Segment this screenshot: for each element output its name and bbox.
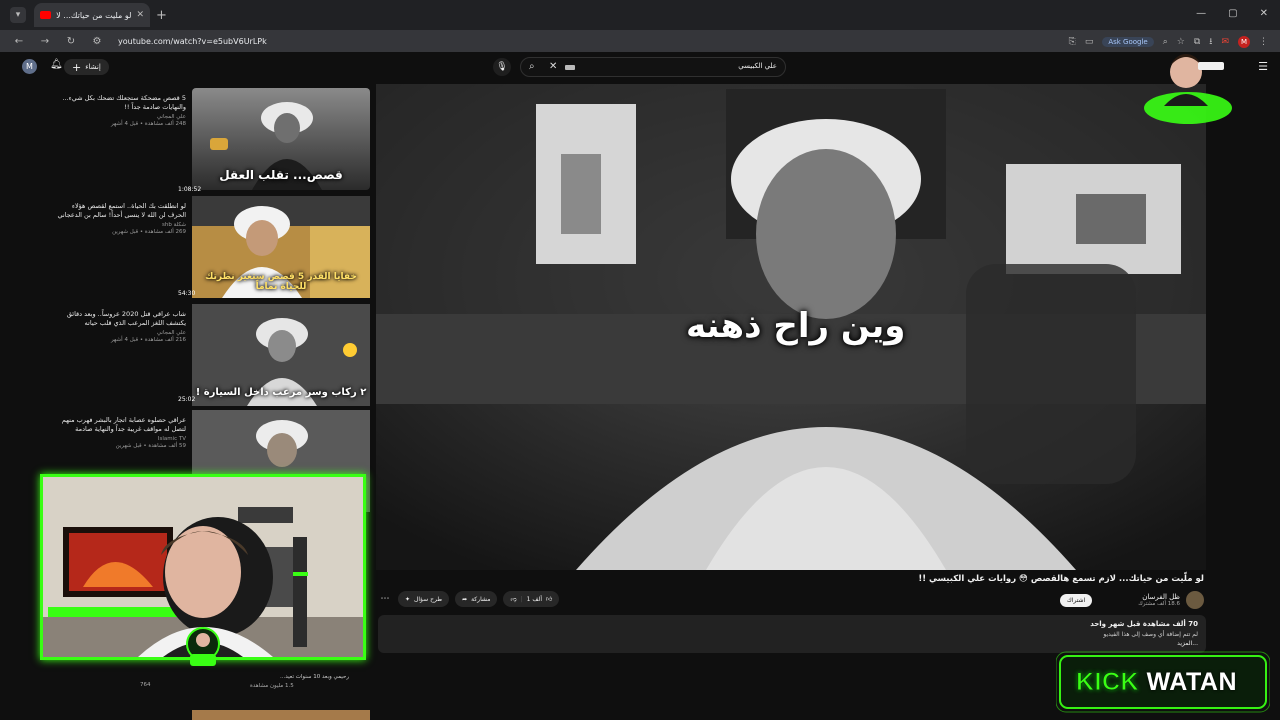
video-duration: 1:08:52 (178, 186, 202, 193)
sparkle-icon: ✦ (405, 595, 411, 603)
maximize-icon[interactable]: ▢ (1228, 8, 1237, 19)
view-count: 248 ألف مشاهدة • قبل 4 أشهر (110, 121, 186, 127)
keyboard-icon[interactable] (565, 65, 575, 70)
ask-button[interactable]: ✦ طرح سؤال (398, 591, 450, 607)
channel-row: ظل الفرسان 18.6 ألف مشترك اشتراك (1059, 590, 1204, 610)
reload-icon[interactable]: ↻ (64, 36, 78, 47)
close-tab-icon[interactable]: ✕ (136, 10, 144, 20)
site-info-icon[interactable]: ⚙ (90, 36, 104, 47)
share-label: مشاركة (471, 595, 491, 603)
tab-search-button[interactable]: ▾ (10, 7, 26, 23)
video-thumbnail[interactable] (192, 710, 370, 720)
window-controls: — ▢ ✕ (1196, 8, 1268, 19)
search-icon[interactable]: ⌕ (529, 61, 535, 72)
search-query-text: علي الكبيسي (738, 62, 777, 70)
forward-icon[interactable]: → (38, 36, 52, 47)
account-avatar[interactable]: M (22, 59, 37, 74)
subscribe-button[interactable]: اشتراك (1059, 593, 1093, 607)
video-player[interactable]: وين راح ذهنه (376, 84, 1206, 570)
hamburger-menu-icon[interactable]: ☰ (1258, 60, 1268, 73)
notifications-bell-icon[interactable]: 🔔︎ (50, 59, 63, 70)
list-item[interactable]: 54:30 ٢ ركاب وسر مرعب داخل السيارة ! شاب… (56, 290, 370, 408)
list-item[interactable]: قصص... تقلب العقل 5 قصص مضحكة ستجعلك تضح… (56, 88, 370, 192)
subscriber-count: 18.6 ألف مشترك (1138, 601, 1180, 607)
channel-word: WATAN (1146, 668, 1238, 696)
thumbnail-caption: قصص... تقلب العقل (219, 168, 343, 182)
more-options-icon[interactable]: ⋯ (378, 594, 392, 604)
youtube-header: M 🔔︎ + إنشاء 🎙︎ ⌕ ✕ علي الكبيسي ☰ (0, 52, 1280, 82)
cast-icon[interactable]: ▭ (1085, 37, 1094, 47)
tab-title: لو ملّيت من حياتك... لازم تسم... (56, 10, 132, 20)
video-thumbnail[interactable]: قصص... تقلب العقل (192, 88, 370, 190)
list-item[interactable]: 1:08:52 خفايا القدر 5 قصص ستغير نظرتك لل… (56, 186, 370, 300)
channel-name[interactable]: ظل الفرسان (1138, 593, 1180, 601)
dislike-icon[interactable]: 👎︎ (510, 595, 516, 603)
new-tab-button[interactable]: + (156, 8, 167, 23)
video-thumbnail[interactable]: 54:30 ٢ ركاب وسر مرعب داخل السيارة ! (178, 290, 370, 406)
streamer-channel-logo (1144, 54, 1232, 124)
view-count: 764 (140, 682, 151, 688)
search-input[interactable]: ⌕ ✕ علي الكبيسي (520, 57, 786, 77)
views-and-date: 70 ألف مشاهدة قبل شهر واحد (1090, 620, 1198, 628)
view-count: 59 ألف مشاهدة • قبل شهرين (115, 443, 186, 449)
channel-name[interactable]: Islamic TV (56, 436, 186, 442)
clear-search-icon[interactable]: ✕ (549, 61, 557, 72)
under-cam-strip: 764 رحيمي وبعد 10 سنوات تعيد... 1.5 مليو… (40, 662, 370, 720)
view-count: 1.5 مليون مشاهدة (250, 683, 294, 689)
video-subtitle: وين راح ذهنه (686, 306, 906, 346)
video-duration: 54:30 (178, 290, 196, 297)
translate-icon[interactable]: ⎘ (1069, 37, 1076, 47)
profile-avatar[interactable]: M (1238, 36, 1250, 48)
kick-word: KICK (1075, 668, 1140, 697)
voice-search-icon[interactable]: 🎙︎ (493, 58, 511, 76)
video-title-heading: لو ملّيت من حياتك... لازم تسمع هالقصص 😳 … (918, 574, 1204, 584)
channel-name[interactable]: علي المجاني (56, 114, 186, 120)
thumbnail-caption: ٢ ركاب وسر مرعب داخل السيارة ! (195, 387, 367, 398)
channel-name[interactable]: علي المجاني (56, 330, 186, 336)
view-count: 216 ألف مشاهدة • قبل 4 أشهر (110, 337, 186, 343)
video-title[interactable]: عراقي حصلوه عصابة اتجار بالبشر فهرب منهم… (56, 416, 186, 434)
youtube-favicon-icon (40, 11, 51, 19)
close-window-icon[interactable]: ✕ (1260, 8, 1268, 19)
show-more-link[interactable]: ...المزيد (1177, 640, 1198, 647)
share-button[interactable]: ➦ مشاركة (455, 591, 498, 607)
url-text[interactable]: youtube.com/watch?v=e5ubV6UrLPk (118, 37, 267, 46)
minimize-icon[interactable]: — (1196, 8, 1206, 19)
browser-menu-icon[interactable]: ⋮ (1259, 37, 1268, 47)
like-dislike-group: 👎︎ | 1 ألف 👍︎ (503, 591, 560, 607)
video-thumbnail[interactable]: 1:08:52 خفايا القدر 5 قصص ستغير نظرتك لل… (178, 186, 370, 298)
kick-banner-text: KICK WATAN (1075, 668, 1238, 697)
kick-channel-banner: KICK WATAN (1056, 648, 1270, 714)
back-icon[interactable]: ← (12, 36, 26, 47)
channel-name[interactable]: شكلة shb (56, 222, 186, 228)
channel-avatar[interactable] (1186, 591, 1204, 609)
browser-tab-bar: ▾ لو ملّيت من حياتك... لازم تسم... ✕ + —… (0, 0, 1280, 30)
thumbnail-caption: خفايا القدر 5 قصص ستغير نظرتك للحياة تما… (205, 272, 357, 292)
plus-icon: + (72, 60, 82, 74)
streamer-avatar-logo (186, 627, 220, 666)
view-count: 269 ألف مشاهدة • قبل شهرين (112, 229, 186, 235)
like-count: 1 ألف (526, 595, 543, 603)
browser-tab[interactable]: لو ملّيت من حياتك... لازم تسم... ✕ (34, 3, 150, 27)
video-actions: ⋯ ✦ طرح سؤال ➦ مشاركة 👎︎ | 1 ألف 👍︎ (378, 591, 560, 607)
share-icon: ➦ (462, 595, 468, 603)
video-title[interactable]: 5 قصص مضحكة ستجعلك تضحك بكل شيء... والنه… (56, 94, 186, 112)
create-button[interactable]: + إنشاء (64, 59, 109, 75)
address-bar: ← → ↻ ⚙ youtube.com/watch?v=e5ubV6UrLPk … (0, 30, 1280, 52)
ask-label: طرح سؤال (414, 595, 443, 603)
create-label: إنشاء (85, 63, 101, 71)
video-title[interactable]: رحيمي وبعد 10 سنوات تعيد... (280, 674, 349, 680)
video-duration: 25:02 (178, 396, 196, 403)
video-title[interactable]: شاب عراقي قتل 2020 عروساً.. وبعد دقائق ي… (56, 310, 186, 328)
like-icon[interactable]: 👍︎ (546, 595, 552, 603)
video-title[interactable]: لو انطلقت بك الحياة.. استمع لقصص هؤلاء ا… (56, 202, 187, 220)
description-text: لم تتم إضافة أي وصف إلى هذا الفيديو (1103, 631, 1198, 638)
